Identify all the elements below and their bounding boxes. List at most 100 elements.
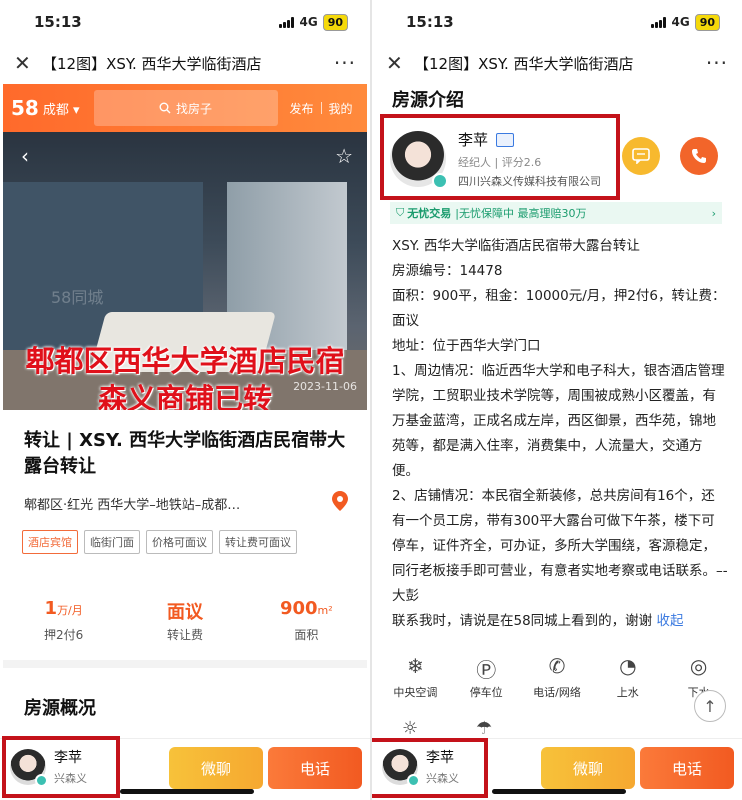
status-bar: 15:13 4G 90 (372, 0, 742, 44)
stat-area: 900m² 面积 (246, 598, 367, 643)
status-time: 15:13 (34, 13, 82, 31)
arrow-up-icon: ↑ (703, 696, 717, 716)
search-icon (159, 102, 171, 114)
search-placeholder: 找房子 (176, 101, 213, 116)
facility-item: ✆ 电话/网络 (522, 654, 593, 700)
search-input[interactable]: 找房子 (93, 90, 278, 126)
facility-item: ◔ 上水 (592, 654, 663, 700)
overlay-text-line1: 郫都区西华大学酒店民宿 (25, 344, 345, 378)
signal-icon (651, 16, 667, 28)
tag-list: 酒店宾馆 临街门面 价格可面议 转让费可面议 (22, 530, 297, 554)
photo-watermark: 58同城 (51, 288, 104, 307)
facility-label: 中央空调 (393, 686, 438, 699)
section-divider (3, 660, 367, 668)
facility-list: ❄ 中央空调 Ⓟ 停车位 ✆ 电话/网络 ◔ 上水 ◎ 下水 (380, 654, 734, 700)
listing-title: 转让 | XSY. 西华大学临街酒店民宿带大露台转让 (24, 430, 346, 477)
back-icon[interactable]: ‹ (21, 144, 29, 168)
location-pin-icon[interactable] (330, 490, 350, 512)
divider (320, 102, 322, 114)
desc-line: 地址：位于西华大学门口 (392, 338, 541, 354)
highlight-box (2, 736, 120, 798)
desc-line: XSY. 西华大学临街酒店民宿带大露台转让 (392, 238, 640, 254)
brand-logo[interactable]: 58 (11, 96, 39, 120)
facility-label: 上水 (616, 686, 639, 699)
page-title: 【12图】XSY. 西华大学临街酒店 (414, 54, 634, 73)
back-to-top-button[interactable]: ↑ (694, 690, 726, 722)
tag: 价格可面议 (146, 530, 213, 554)
water-supply-icon: ◔ (619, 654, 637, 678)
listing-address[interactable]: 郫都区·红光 西华大学–地铁站–成都… (24, 494, 320, 513)
chat-button[interactable]: 微聊 (169, 747, 263, 789)
chat-circle-button[interactable] (622, 137, 660, 175)
facility-item: ❄ 中央空调 (380, 654, 451, 700)
desc-line: 1、周边情况：临近西华大学和电子科大，银杏酒店管理学院，工贸职业技术学院等，周围… (392, 363, 725, 479)
key-stats: 1万/月 押2付6 面议 转让费 900m² 面积 (3, 598, 367, 643)
highlight-box (380, 114, 620, 200)
rent-value: 1 (44, 598, 58, 619)
city-selector[interactable]: 成都 ▾ (43, 99, 80, 118)
status-bar: 15:13 4G 90 (0, 0, 370, 44)
facility-label: 电话/网络 (533, 686, 581, 699)
snowflake-icon: ❄ (407, 654, 424, 678)
umbrella-icon: ☂ (476, 718, 493, 739)
publish-button[interactable]: 发布 (290, 100, 314, 117)
chevron-down-icon: ▾ (73, 102, 80, 118)
call-circle-button[interactable] (680, 137, 718, 175)
desc-line: 2、店铺情况：本民宿全新装修，总共房间有16个，还有一个员工房，带有300平大露… (392, 488, 728, 604)
call-button[interactable]: 电话 (640, 747, 734, 789)
status-time: 15:13 (406, 13, 454, 31)
desc-line: 面积：900平，租金：10000元/月，押2付6，转让费：面议 (392, 288, 726, 329)
desc-line: 房源编号：14478 (392, 263, 503, 279)
network-label: 4G (299, 15, 318, 29)
listing-description: XSY. 西华大学临街酒店民宿带大露台转让 房源编号：14478 面积：900平… (392, 234, 728, 634)
shield-icon: ⛉ (396, 206, 405, 219)
battery-icon: 90 (322, 13, 348, 31)
tag: 临街门面 (84, 530, 140, 554)
call-button[interactable]: 电话 (268, 747, 362, 789)
lightbulb-icon: ☼ (402, 718, 419, 739)
fee-value: 面议 (166, 602, 203, 623)
drainage-icon: ◎ (689, 654, 708, 678)
guarantee-text: |无忧保障中 最高理赔30万 (455, 207, 587, 220)
close-icon[interactable]: ✕ (386, 51, 414, 75)
rent-unit: 万/月 (57, 604, 83, 617)
nav-bar: ✕ 【12图】XSY. 西华大学临街酒店 ··· (372, 44, 742, 82)
close-icon[interactable]: ✕ (14, 51, 42, 75)
contact-line: 联系我时，请说是在58同城上看到的，谢谢 收起 (392, 609, 728, 634)
chat-button[interactable]: 微聊 (541, 747, 635, 789)
area-unit: m² (317, 604, 333, 617)
area-value: 900 (279, 598, 318, 619)
stat-fee: 面议 转让费 (124, 598, 245, 643)
guarantee-brand: 无忧交易 (407, 207, 452, 220)
city-label: 成都 (42, 102, 69, 118)
tag: 转让费可面议 (219, 530, 297, 554)
page-title: 【12图】XSY. 西华大学临街酒店 (42, 54, 262, 73)
favorite-icon[interactable]: ☆ (335, 144, 353, 168)
home-indicator[interactable] (492, 789, 626, 794)
mine-button[interactable]: 我的 (329, 100, 353, 117)
phone-network-icon: ✆ (548, 654, 566, 678)
section-title-overview: 房源概况 (24, 698, 96, 719)
signal-icon (279, 16, 295, 28)
left-screenshot: 15:13 4G 90 ✕ 【12图】XSY. 西华大学临街酒店 ··· 58 … (0, 0, 370, 800)
more-icon[interactable]: ··· (328, 51, 356, 75)
stat-rent: 1万/月 押2付6 (3, 598, 124, 643)
facility-item: Ⓟ 停车位 (451, 654, 522, 700)
fee-label: 转让费 (166, 628, 203, 642)
contact-text: 联系我时，请说是在58同城上看到的，谢谢 (392, 613, 653, 629)
site-header: 58 成都 ▾ 找房子 发布 我的 (3, 84, 367, 132)
listing-photo[interactable]: 58同城 2023-11-06 ‹ ☆ 郫都区西华大学酒店民宿 森义商铺已转 (3, 132, 367, 410)
guarantee-banner[interactable]: ⛉ 无忧交易 |无忧保障中 最高理赔30万 › (390, 202, 722, 224)
phone-icon (692, 149, 706, 163)
section-title-intro: 房源介绍 (392, 90, 464, 111)
nav-bar: ✕ 【12图】XSY. 西华大学临街酒店 ··· (0, 44, 370, 82)
collapse-link[interactable]: 收起 (656, 613, 683, 629)
area-label: 面积 (294, 628, 319, 642)
home-indicator[interactable] (120, 789, 254, 794)
chat-bubble-icon (632, 148, 650, 164)
chevron-right-icon: › (711, 206, 716, 220)
right-screenshot: 15:13 4G 90 ✕ 【12图】XSY. 西华大学临街酒店 ··· 房源介… (372, 0, 742, 800)
rent-label: 押2付6 (44, 628, 84, 642)
more-icon[interactable]: ··· (700, 51, 728, 75)
tag: 酒店宾馆 (22, 530, 78, 554)
